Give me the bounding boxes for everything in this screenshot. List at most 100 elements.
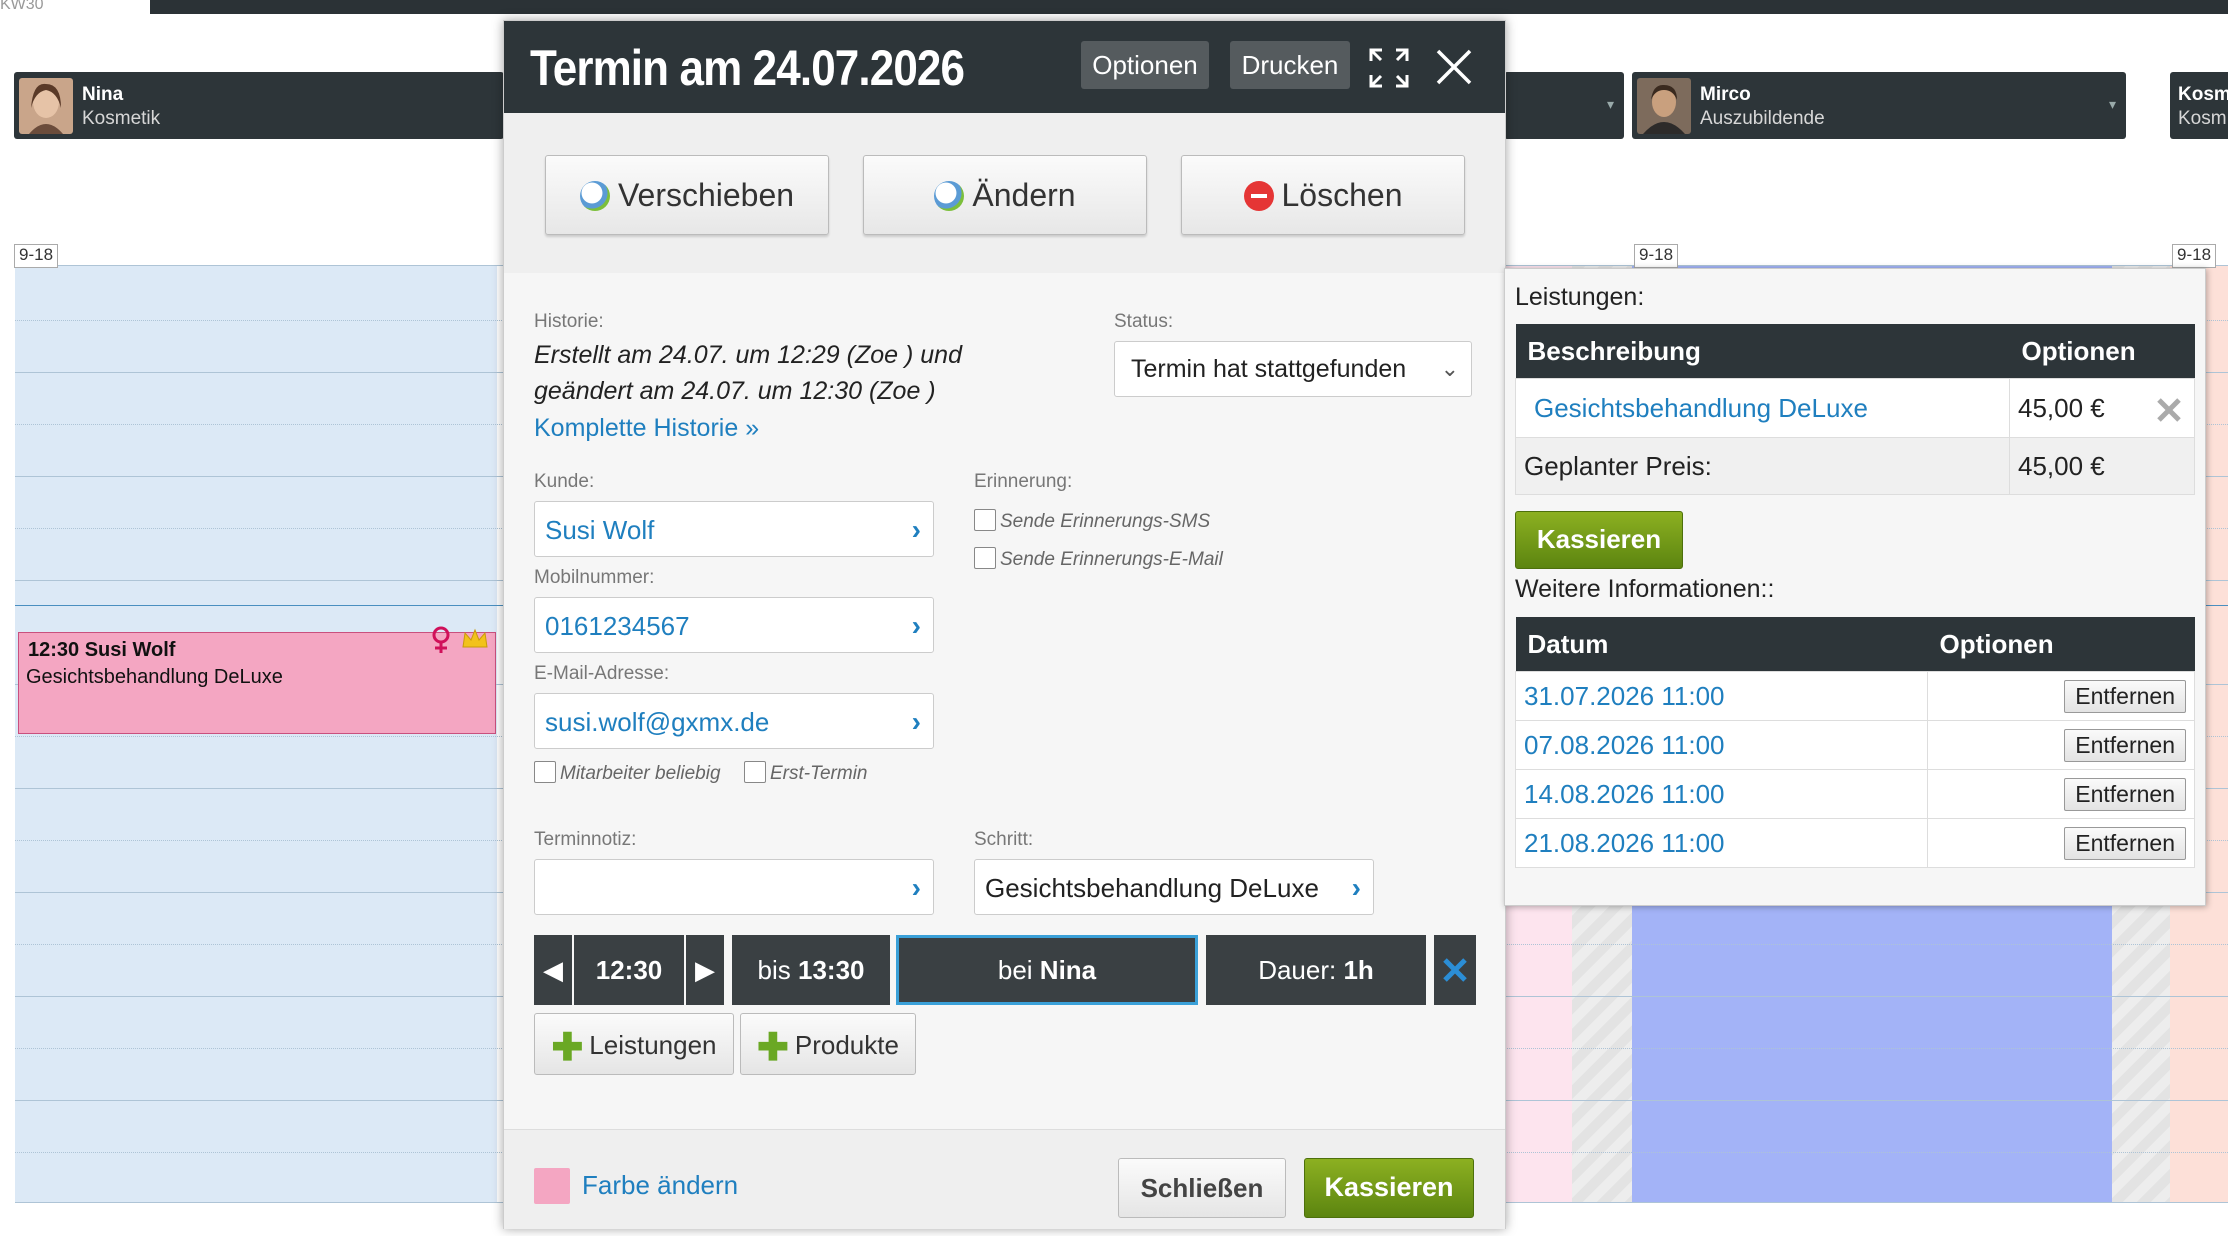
checkout-button[interactable]: Kassieren (1515, 511, 1683, 569)
note-field[interactable]: › (534, 859, 934, 915)
close-button[interactable]: Schließen (1118, 1158, 1286, 1218)
service-price: 45,00 € (2018, 392, 2105, 423)
chevron-down-icon: ▾ (1606, 96, 1614, 112)
staff-name: Kosm (2178, 84, 2228, 105)
date-link[interactable]: 31.07.2026 11:00 (1524, 681, 1724, 711)
duration-prefix: Dauer: (1258, 955, 1337, 985)
delete-button[interactable]: Löschen (1181, 155, 1465, 235)
reminder-sms-checkbox[interactable]: Sende Erinnerungs-SMS (974, 509, 1210, 533)
plus-icon: ✚ (551, 1027, 584, 1069)
end-time-prefix: bis (757, 955, 791, 985)
any-employee-checkbox[interactable]: Mitarbeiter beliebig (534, 761, 721, 785)
status-value: Termin hat stattgefunden (1131, 355, 1407, 383)
avatar (1637, 78, 1691, 134)
delete-label: Löschen (1281, 177, 1403, 213)
clock-move-icon (579, 181, 610, 211)
email-label: E-Mail-Adresse: (534, 663, 670, 684)
step-value: Gesichtsbehandlung DeLuxe (985, 873, 1319, 903)
chevron-down-icon: ▾ (2108, 96, 2116, 112)
hours-label: 9-18 (2172, 244, 2217, 268)
chevron-right-icon: › (911, 706, 921, 737)
duration-select[interactable]: Dauer: 1h (1206, 935, 1426, 1005)
checkout-button[interactable]: Kassieren (1304, 1158, 1474, 1218)
table-row: 14.08.2026 11:00 Entfernen (1515, 769, 2195, 819)
reminder-email-label: Sende Erinnerungs-E-Mail (1000, 549, 1223, 570)
service-link[interactable]: Gesichtsbehandlung DeLuxe (1534, 393, 1868, 423)
staff-header-kosm[interactable]: Kosm Kosm (2170, 72, 2228, 139)
status-select[interactable]: Termin hat stattgefunden ⌄ (1114, 341, 1472, 397)
add-services-button[interactable]: ✚ Leistungen (534, 1013, 734, 1075)
time-prev-button[interactable]: ◀ (534, 935, 572, 1005)
staff-header-nina[interactable]: Nina Kosmetik (14, 72, 504, 139)
full-history-link[interactable]: Komplette Historie » (534, 414, 759, 443)
staff-header-mirco[interactable]: Mirco Auszubildende ▾ (1632, 72, 2126, 139)
appointment-dialog: Termin am 24.07.2026 Optionen Drucken Ve… (503, 20, 1506, 1229)
color-swatch[interactable] (534, 1168, 570, 1204)
remove-service-icon[interactable] (2156, 397, 2182, 423)
remove-date-button[interactable]: Entfernen (2064, 777, 2186, 811)
customer-field[interactable]: Susi Wolf › (534, 501, 934, 557)
staff-role: Kosmetik (82, 108, 161, 129)
change-color-link[interactable]: Farbe ändern (582, 1170, 738, 1201)
mobile-label: Mobilnummer: (534, 567, 655, 588)
step-field[interactable]: Gesichtsbehandlung DeLuxe › (974, 859, 1374, 915)
duration-value: 1h (1343, 955, 1374, 985)
change-label: Ändern (972, 177, 1076, 213)
close-icon[interactable] (1434, 47, 1474, 87)
remove-date-button[interactable]: Entfernen (2064, 826, 2186, 860)
reminder-email-checkbox[interactable]: Sende Erinnerungs-E-Mail (974, 547, 1223, 571)
column-header: Optionen (1927, 617, 2195, 672)
email-field[interactable]: susi.wolf@gxmx.de › (534, 693, 934, 749)
history-line: geändert am 24.07. um 12:30 (Zoe ) (534, 377, 936, 405)
date-link[interactable]: 21.08.2026 11:00 (1524, 828, 1724, 858)
plus-icon: ✚ (757, 1027, 789, 1069)
mobile-field[interactable]: 0161234567 › (534, 597, 934, 653)
hours-label: 9-18 (1634, 244, 1679, 268)
planned-price-label: Geplanter Preis: (1515, 437, 2010, 495)
first-appointment-label: Erst-Termin (770, 763, 868, 784)
caret-right-icon: ▶ (695, 955, 715, 985)
change-button[interactable]: Ändern (863, 155, 1147, 235)
chevron-right-icon: › (911, 872, 921, 903)
staff-name: Mirco (1700, 84, 1751, 105)
female-icon (432, 626, 450, 653)
delete-icon (1243, 181, 1274, 211)
caret-left-icon: ◀ (543, 955, 563, 985)
appointment-time-name: 12:30 Susi Wolf (28, 639, 176, 661)
customer-label: Kunde: (534, 471, 595, 492)
history-label: Historie: (534, 311, 604, 332)
services-panel: Leistungen: Beschreibung Optionen Gesicht… (1504, 268, 2206, 906)
remove-date-button[interactable]: Entfernen (2064, 679, 2186, 713)
employee-select[interactable]: bei Nina (896, 935, 1198, 1005)
fullscreen-icon[interactable] (1368, 47, 1410, 89)
column-header: Optionen (2009, 324, 2195, 379)
avatar (19, 78, 73, 134)
date-link[interactable]: 07.08.2026 11:00 (1524, 730, 1724, 760)
dialog-title: Termin am 24.07.2026 (530, 40, 965, 96)
remove-date-button[interactable]: Entfernen (2064, 728, 2186, 762)
dates-table: Datum Optionen 31.07.2026 11:00 Entfernen … (1515, 617, 2195, 868)
staff-header-hidden[interactable]: ▾ (1504, 72, 1624, 139)
remove-time-button[interactable] (1434, 935, 1476, 1005)
end-time[interactable]: bis 13:30 (732, 935, 890, 1005)
add-products-button[interactable]: ✚ Produkte (740, 1013, 916, 1075)
time-next-button[interactable]: ▶ (686, 935, 724, 1005)
chevron-right-icon: › (1351, 872, 1361, 903)
step-label: Schritt: (974, 829, 1034, 850)
reminder-label: Erinnerung: (974, 471, 1073, 492)
add-products-label: Produkte (794, 1030, 899, 1060)
print-button[interactable]: Drucken (1230, 41, 1350, 89)
first-appointment-checkbox[interactable]: Erst-Termin (744, 761, 867, 785)
date-link[interactable]: 14.08.2026 11:00 (1524, 779, 1724, 809)
end-time-value: 13:30 (797, 955, 865, 985)
move-label: Verschieben (617, 177, 795, 213)
week-label: KW30 (0, 0, 44, 13)
staff-name: Nina (82, 84, 124, 105)
options-button[interactable]: Optionen (1081, 41, 1209, 89)
start-time[interactable]: 12:30 (574, 935, 684, 1005)
history-line: Erstellt am 24.07. um 12:29 (Zoe ) und (534, 341, 962, 369)
table-row: Geplanter Preis: 45,00 € (1515, 437, 2195, 495)
move-button[interactable]: Verschieben (545, 155, 829, 235)
appointment-block[interactable]: 12:30 Susi Wolf Gesichtsbehandlung DeLux… (18, 626, 496, 734)
table-row: 21.08.2026 11:00 Entfernen (1515, 818, 2195, 868)
